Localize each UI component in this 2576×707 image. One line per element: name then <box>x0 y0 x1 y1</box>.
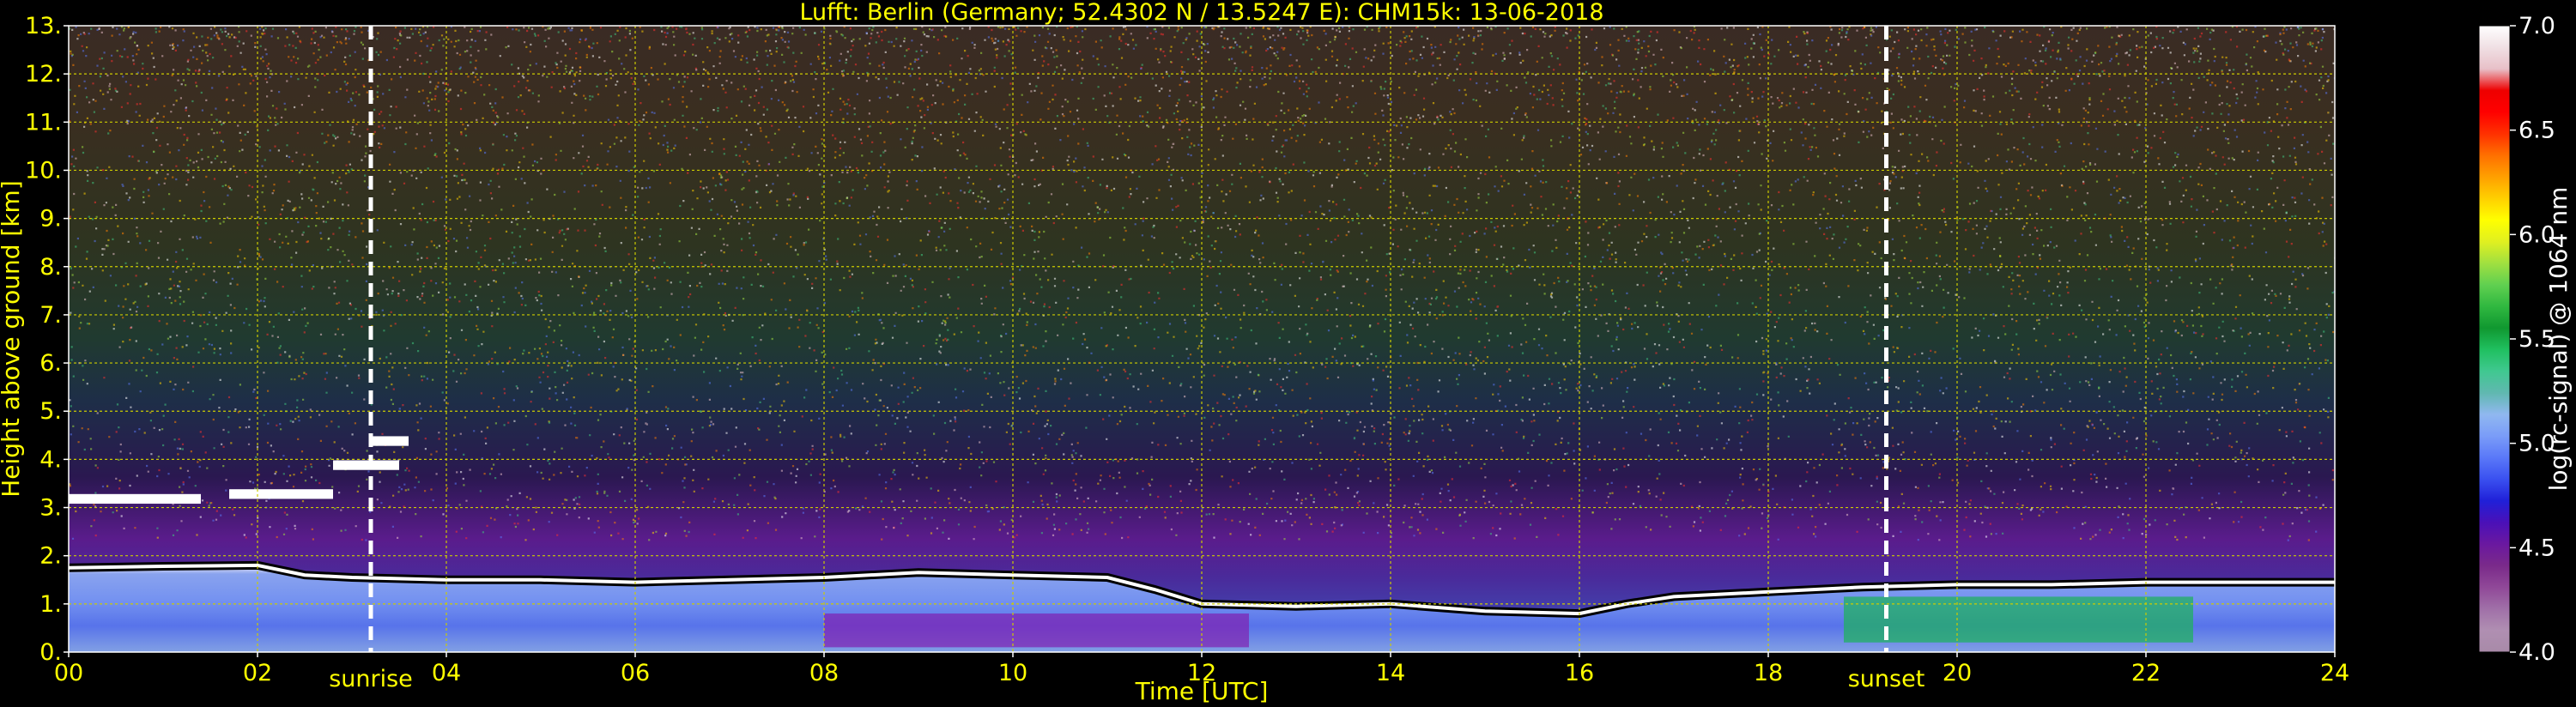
y-tick-label: 13. <box>25 13 62 39</box>
y-tick-label: 1. <box>39 591 62 618</box>
colorbar-gradient <box>2479 26 2510 652</box>
x-tick-label: 16 <box>1565 660 1594 686</box>
colorbar-tick-label: 7.0 <box>2518 13 2555 39</box>
sunset-label: sunset <box>1848 666 1925 692</box>
y-tick-label: 8. <box>39 254 62 281</box>
cloud-segment <box>229 489 333 499</box>
y-tick-label: 3. <box>39 495 62 522</box>
x-tick-label: 06 <box>621 660 650 686</box>
x-tick-label: 02 <box>243 660 272 686</box>
colorbar-label: log(rc-signal) @ 1064 nm <box>2544 187 2573 492</box>
x-tick-label: 22 <box>2131 660 2161 686</box>
cloud-segment <box>371 436 409 446</box>
x-tick-label: 10 <box>998 660 1027 686</box>
x-tick-label: 14 <box>1376 660 1405 686</box>
colorbar: 4.04.55.05.56.06.57.0 log(rc-signal) @ 1… <box>2478 13 2573 666</box>
y-tick-label: 2. <box>39 543 62 570</box>
y-tick-label: 5. <box>39 398 62 425</box>
x-tick-label: 18 <box>1754 660 1783 686</box>
y-tick-label: 4. <box>39 446 62 473</box>
cloud-segment <box>333 460 399 470</box>
chart-title: Lufft: Berlin (Germany; 52.4302 N / 13.5… <box>799 0 1603 26</box>
low-signal-band <box>824 613 1249 648</box>
y-tick-label: 12. <box>25 61 62 88</box>
y-tick-label: 10. <box>25 157 62 184</box>
cloud-segment <box>69 493 201 505</box>
y-tick-label: 0. <box>39 639 62 666</box>
y-tick-label: 7. <box>39 302 62 329</box>
x-tick-label: 24 <box>2320 660 2349 686</box>
colorbar-tick-label: 4.5 <box>2518 535 2555 561</box>
colorbar-tick-label: 4.0 <box>2518 639 2555 666</box>
x-tick-label: 04 <box>432 660 461 686</box>
y-tick-label: 11. <box>25 109 62 136</box>
colorbar-tick-label: 6.5 <box>2518 118 2555 144</box>
x-tick-label: 20 <box>1943 660 1972 686</box>
lidar-chart: sunrise sunset 00 02 04 06 08 10 12 14 16 18 20 22 24… <box>0 0 2573 705</box>
y-axis-ticks: 0. 1. 2. 3. 4. 5. 6. 7. 8. 9. 10. 11. 12. 13. <box>25 13 69 666</box>
x-axis-label: Time [UTC] <box>1135 677 1269 705</box>
x-tick-label: 08 <box>809 660 839 686</box>
plot-area <box>69 26 2335 652</box>
y-axis-label: Height above ground [km] <box>0 180 25 498</box>
y-tick-label: 9. <box>39 206 62 233</box>
y-tick-label: 6. <box>39 350 62 377</box>
sunrise-label: sunrise <box>329 666 413 692</box>
